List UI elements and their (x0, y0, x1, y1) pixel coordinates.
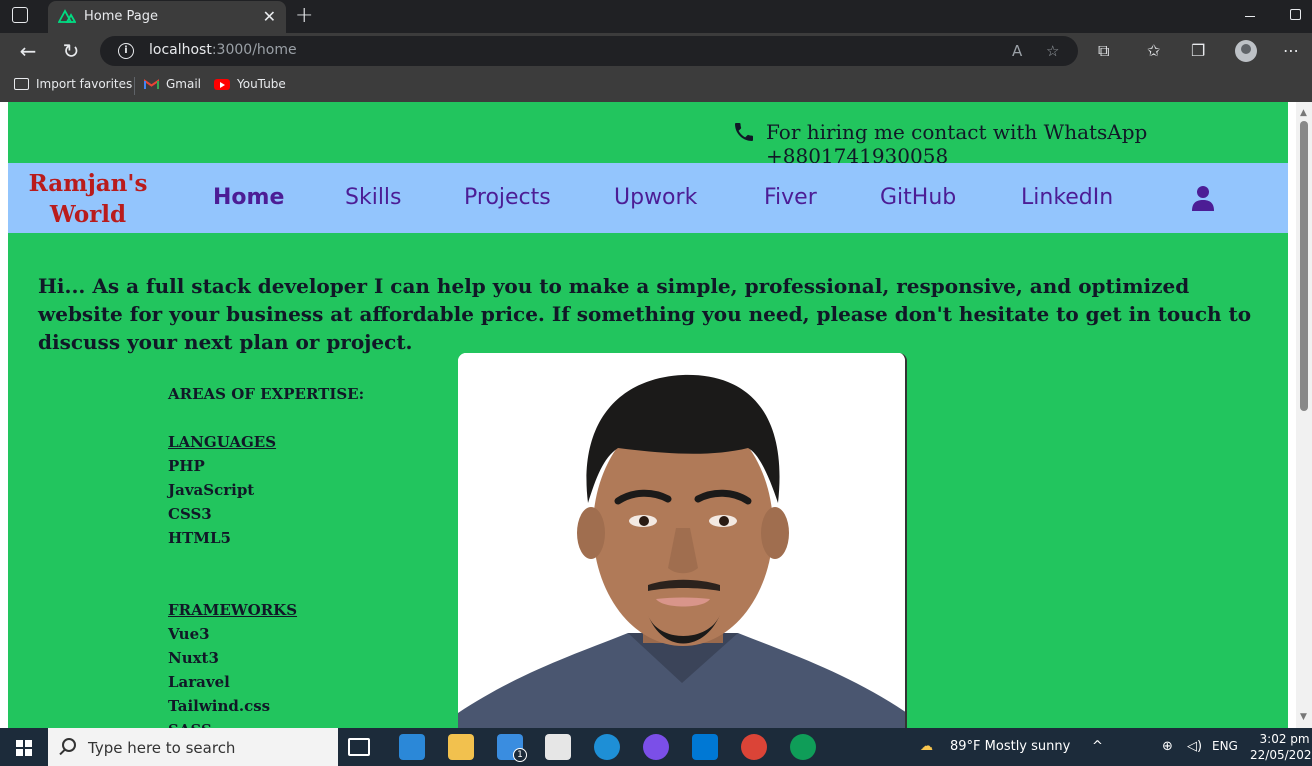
clock-time: 3:02 pm (1259, 732, 1310, 746)
language-indicator[interactable]: ENG (1212, 739, 1238, 753)
framework-item: Nuxt3 (168, 649, 219, 667)
back-icon[interactable]: ← (17, 40, 39, 62)
nav-projects[interactable]: Projects (464, 185, 551, 210)
framework-item: SASS (168, 718, 364, 728)
favorites-icon[interactable]: ✩ (1147, 41, 1160, 60)
import-icon (14, 78, 29, 90)
frameworks-title: FRAMEWORKS (168, 601, 298, 619)
bookmark-youtube[interactable]: YouTube (214, 77, 286, 91)
language-item: PHP (168, 457, 205, 475)
bookmark-label: Gmail (166, 77, 202, 91)
minimize-icon[interactable] (1245, 16, 1255, 17)
widgets-icon[interactable] (399, 734, 425, 760)
network-icon[interactable]: ⊕ (1162, 739, 1173, 754)
edge-icon[interactable] (594, 734, 620, 760)
taskbar-search[interactable]: Type here to search (48, 728, 338, 766)
user-icon[interactable] (1192, 185, 1214, 211)
tray-chevron-icon[interactable]: ^ (1092, 739, 1103, 754)
weather-icon: ☁ (920, 739, 933, 754)
close-icon[interactable]: ✕ (263, 7, 276, 26)
search-placeholder: Type here to search (88, 739, 236, 757)
bookmark-gmail[interactable]: Gmail (144, 77, 201, 91)
bookmark-label: YouTube (237, 77, 286, 91)
home-page: For hiring me contact with WhatsApp +880… (8, 102, 1288, 728)
collections-icon[interactable]: ❐ (1191, 41, 1205, 60)
gmail-icon (144, 78, 159, 89)
phone-icon (735, 123, 753, 141)
refresh-icon[interactable]: ↻ (60, 40, 82, 62)
weather-text[interactable]: 89°F Mostly sunny (950, 739, 1070, 754)
framework-item: Vue3 (168, 625, 210, 643)
windows-start-icon[interactable] (16, 740, 32, 756)
tab-title: Home Page (84, 9, 158, 24)
youtube-icon (214, 78, 230, 90)
mail-badge: 1 (513, 748, 527, 762)
chrome-profile-icon[interactable] (790, 734, 816, 760)
contact-text: For hiring me contact with WhatsApp +880… (766, 120, 1148, 168)
brand-line-2: World (49, 201, 127, 228)
nav-linkedin[interactable]: LinkedIn (1021, 185, 1113, 210)
nuxt-icon (58, 9, 76, 23)
language-item: JavaScript (168, 481, 255, 499)
bookmark-import-favorites[interactable]: Import favorites (14, 77, 132, 91)
scroll-down-icon[interactable]: ▼ (1300, 712, 1307, 722)
more-menu-icon[interactable]: ⋯ (1283, 41, 1299, 60)
tab-actions-icon[interactable] (12, 7, 28, 23)
nav-github[interactable]: GitHub (880, 185, 956, 210)
url-text[interactable]: localhost:3000/home (149, 42, 297, 58)
nav-upwork[interactable]: Upwork (614, 185, 697, 210)
expertise-title: AREAS OF EXPERTISE: (168, 385, 365, 403)
languages-title: LANGUAGES (168, 433, 277, 451)
store-icon[interactable] (545, 734, 571, 760)
read-aloud-icon[interactable]: A (1012, 42, 1022, 60)
mail-icon[interactable]: 1 (497, 734, 527, 762)
scroll-thumb[interactable] (1300, 121, 1308, 411)
language-item: HTML5 (168, 529, 231, 547)
contact-bar: For hiring me contact with WhatsApp +880… (8, 102, 1288, 168)
clock-date: 22/05/2023 (1250, 748, 1312, 762)
scroll-up-icon[interactable]: ▲ (1300, 108, 1307, 118)
profile-photo (458, 353, 907, 728)
tab-home-page[interactable]: Home Page ✕ (48, 1, 286, 33)
address-bar[interactable]: i localhost:3000/home A ☆ (100, 36, 1078, 66)
language-item: CSS3 (168, 505, 212, 523)
browser-tab-strip: Home Page ✕ + (0, 0, 1312, 33)
nav-home[interactable]: Home (213, 185, 284, 210)
expertise-list: AREAS OF EXPERTISE: LANGUAGES PHP JavaSc… (168, 382, 364, 728)
system-clock[interactable]: 3:02 pm 22/05/2023 (1250, 731, 1312, 763)
framework-item: Laravel (168, 673, 230, 691)
framework-item: Tailwind.css (168, 697, 271, 715)
file-explorer-icon[interactable] (448, 734, 474, 760)
info-icon[interactable]: i (118, 43, 134, 59)
volume-icon[interactable]: ◁) (1187, 739, 1202, 754)
page-viewport: For hiring me contact with WhatsApp +880… (0, 102, 1312, 728)
vscode-icon[interactable] (692, 734, 718, 760)
brand-line-1: Ramjan's (28, 170, 148, 197)
messenger-icon[interactable] (643, 734, 669, 760)
chrome-icon[interactable] (741, 734, 767, 760)
bookmark-label: Import favorites (36, 77, 133, 91)
extensions-icon[interactable]: ⧉ (1098, 41, 1109, 61)
restore-icon[interactable] (1290, 9, 1301, 20)
nav-fiver[interactable]: Fiver (764, 185, 817, 210)
bookmark-divider (134, 77, 135, 95)
new-tab-button[interactable]: + (295, 3, 313, 28)
portrait-image (458, 353, 905, 728)
task-view-icon[interactable] (348, 738, 370, 756)
profile-icon[interactable] (1235, 40, 1257, 62)
site-brand[interactable]: Ramjan's World (24, 168, 152, 230)
page-scrollbar[interactable]: ▲ ▼ (1296, 102, 1312, 728)
nav-skills[interactable]: Skills (345, 185, 402, 210)
windows-taskbar: Type here to search 1 ☁ 89°F Mostly sunn… (0, 728, 1312, 766)
browser-toolbar: ← ↻ i localhost:3000/home A ☆ ⧉ ✩ ❐ ⋯ (0, 33, 1312, 69)
bookmarks-bar: Import favorites Gmail YouTube (0, 69, 1312, 102)
add-favorite-icon[interactable]: ☆ (1046, 42, 1059, 60)
search-icon (62, 738, 76, 752)
main-nav: Ramjan's World Home Skills Projects Upwo… (8, 163, 1288, 233)
intro-text: Hi... As a full stack developer I can he… (38, 274, 1252, 354)
